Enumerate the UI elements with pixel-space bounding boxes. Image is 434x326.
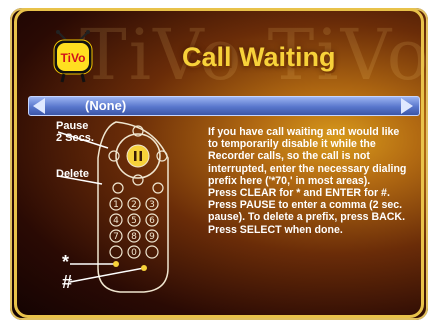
help-line: If you have call waiting and would like [208, 126, 400, 138]
key-label: 8 [131, 232, 137, 242]
right-arrow-icon[interactable] [401, 98, 413, 114]
remote-diagram: 1 2 3 4 5 6 7 8 9 0 Pause 2 Secs. Delete… [56, 118, 186, 296]
left-arrow-icon[interactable] [33, 98, 45, 114]
prefix-value: (None) [85, 98, 127, 113]
pause-label: Pause 2 Secs. [56, 120, 94, 144]
enter-key-indicator [141, 265, 147, 271]
pause-label-line2: 2 Secs. [56, 132, 94, 144]
key-clear [109, 245, 123, 259]
help-line: Press SELECT when done. [208, 223, 343, 236]
clear-key-indicator [113, 261, 119, 267]
help-line: Press CLEAR for * and ENTER for #. [208, 187, 390, 200]
remote-illustration: 1 2 3 4 5 6 7 8 9 0 [57, 121, 169, 293]
help-line: Recorder calls, so the call is not [208, 150, 370, 163]
hash-label: # [62, 272, 73, 292]
help-line: interrupted, enter the necessary dialing [208, 162, 407, 175]
key-label: 9 [149, 232, 155, 242]
key-label: 1 [113, 200, 119, 210]
key-label: 5 [131, 216, 137, 226]
help-line: Press PAUSE to enter a comma (2 sec. [208, 199, 403, 212]
help-text: If you have call waiting and would like … [208, 126, 418, 236]
key-label: 0 [131, 248, 137, 258]
pause-label-line1: Pause [56, 120, 89, 132]
delete-label: Delete [56, 168, 90, 180]
key-label: 4 [113, 216, 119, 226]
key-label: 2 [131, 200, 137, 210]
key-label: 7 [113, 232, 119, 242]
help-line: to temporarily disable it while the [208, 138, 376, 151]
key-label: 6 [149, 216, 155, 226]
help-line: pause). To delete a prefix, press BACK. [208, 211, 406, 224]
prefix-selector[interactable]: (None) [28, 96, 420, 116]
key-label: 3 [149, 200, 155, 210]
help-line: prefix here ('*70,' in most areas). [208, 174, 371, 187]
key-enter [145, 245, 159, 259]
star-label: * [62, 252, 70, 272]
